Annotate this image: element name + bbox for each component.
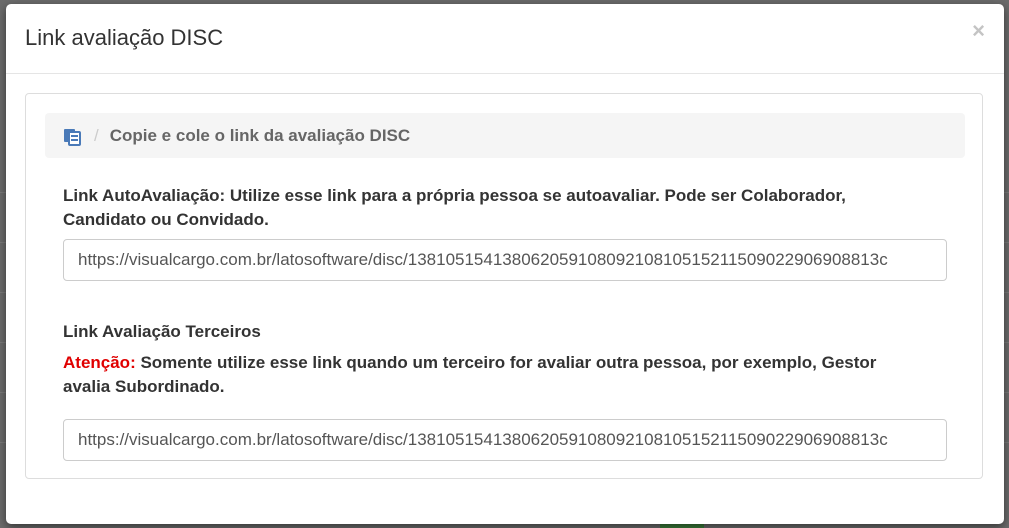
- third-party-label: Link Avaliação Terceiros: [63, 322, 261, 341]
- copy-icon: [62, 126, 82, 146]
- auto-link-input[interactable]: [63, 239, 947, 281]
- breadcrumb-text: Copie e cole o link da avaliação DISC: [109, 125, 411, 145]
- disc-link-modal: Link avaliação DISC × / Copie e cole o l…: [6, 4, 1004, 524]
- third-party-warning: Atenção: Somente utilize esse link quand…: [63, 351, 923, 399]
- warning-text: Somente utilize esse link quando um terc…: [63, 353, 877, 396]
- third-party-link-input[interactable]: [63, 419, 947, 461]
- link-panel: / Copie e cole o link da avaliação DISC …: [25, 93, 983, 479]
- warning-prefix: Atenção:: [63, 353, 136, 372]
- modal-header: Link avaliação DISC ×: [6, 4, 1004, 74]
- modal-title: Link avaliação DISC: [25, 25, 224, 50]
- auto-link-label: Link AutoAvaliação: Utilize esse link pa…: [63, 186, 846, 229]
- breadcrumb: / Copie e cole o link da avaliação DISC: [45, 113, 965, 158]
- close-button[interactable]: ×: [972, 20, 985, 42]
- breadcrumb-separator: /: [94, 125, 99, 145]
